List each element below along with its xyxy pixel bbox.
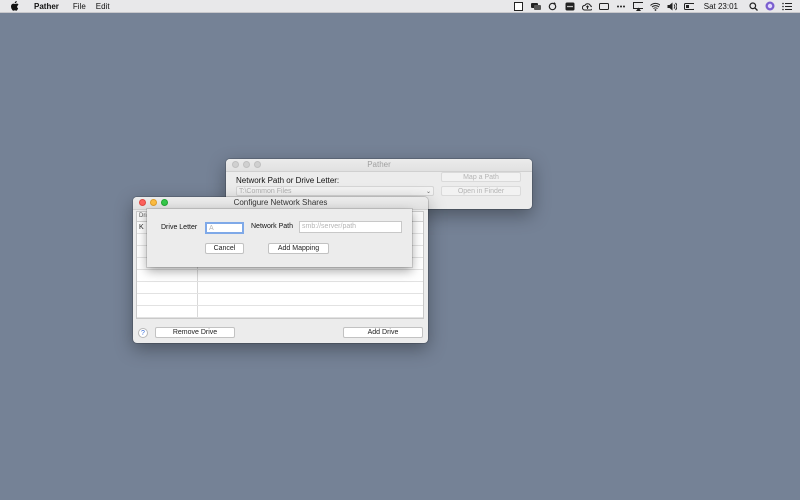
wifi-icon[interactable] (649, 2, 660, 11)
airplay-icon[interactable] (632, 1, 643, 11)
status-area: Sat 23:01 (514, 0, 792, 12)
dots-box-icon[interactable] (565, 2, 575, 11)
cloud-upload-icon[interactable] (581, 2, 592, 11)
add-mapping-button[interactable]: Add Mapping (268, 243, 329, 254)
window-icon[interactable] (598, 2, 609, 11)
open-in-finder-button[interactable]: Open in Finder (441, 186, 521, 196)
volume-icon[interactable] (667, 2, 677, 11)
app-menu[interactable]: Pather (34, 2, 59, 11)
path-combobox-value: T:\Common Files (239, 188, 292, 195)
path-label: Network Path or Drive Letter: (236, 176, 340, 185)
file-menu[interactable]: File (73, 2, 86, 11)
edit-menu[interactable]: Edit (96, 2, 110, 11)
battery-icon[interactable] (683, 2, 694, 11)
map-path-button[interactable]: Map a Path (441, 172, 521, 182)
window-title: Pather (367, 160, 391, 169)
combobox-arrow-icon[interactable]: ⌄ (426, 187, 431, 197)
spotlight-search-icon[interactable] (748, 1, 758, 11)
table-row[interactable] (137, 318, 423, 319)
app-tray-icon[interactable] (514, 1, 524, 11)
chat-icon[interactable] (530, 2, 541, 11)
network-path-field[interactable]: smb://server/path (299, 221, 402, 233)
cancel-button[interactable]: Cancel (205, 243, 244, 254)
more-icon[interactable] (616, 2, 626, 11)
window-title: Configure Network Shares (233, 198, 328, 207)
table-row[interactable] (137, 282, 423, 294)
menu-bar: Pather File Edit Sat 23:01 (0, 0, 800, 13)
notification-center-icon[interactable] (782, 2, 792, 11)
menubar-clock[interactable]: Sat 23:01 (704, 2, 738, 11)
add-drive-button[interactable]: Add Drive (343, 327, 423, 338)
path-combobox[interactable]: T:\Common Files ⌄ (236, 186, 434, 196)
help-button[interactable]: ? (138, 328, 148, 338)
drive-letter-label: Drive Letter (161, 224, 198, 231)
remove-drive-button[interactable]: Remove Drive (155, 327, 235, 338)
table-row[interactable] (137, 270, 423, 282)
sync-icon[interactable] (548, 1, 558, 11)
pather-titlebar[interactable]: Pather (226, 159, 532, 172)
table-row[interactable] (137, 306, 423, 318)
network-path-label: Network Path (251, 223, 294, 230)
apple-icon[interactable] (10, 1, 20, 11)
table-row[interactable] (137, 294, 423, 306)
siri-icon[interactable] (765, 1, 775, 11)
drive-letter-cell: K (139, 224, 144, 231)
drive-letter-field[interactable]: A (205, 222, 244, 234)
add-mapping-sheet: Drive Letter A Network Path smb://server… (147, 209, 412, 267)
